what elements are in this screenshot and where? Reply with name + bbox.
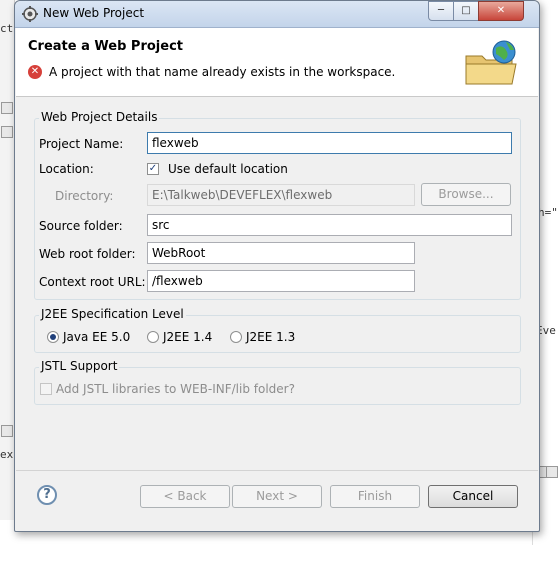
error-message: A project with that name already exists … (49, 65, 396, 79)
background-marker-icon (546, 466, 558, 478)
minimize-button[interactable]: ─ (428, 1, 454, 21)
error-icon: ✕ (28, 65, 42, 79)
eclipse-gear-icon (22, 6, 38, 22)
browse-button[interactable]: Browse... (421, 183, 511, 206)
add-jstl-checkbox[interactable] (40, 383, 52, 395)
page-title: Create a Web Project (28, 39, 183, 54)
back-button[interactable]: < Back (140, 485, 230, 508)
wizard-header: Create a Web Project ✕ A project with th… (16, 28, 538, 97)
cancel-button[interactable]: Cancel (428, 485, 518, 508)
footer-separator (16, 470, 538, 471)
background-marker-icon (1, 102, 13, 114)
title-bar[interactable]: New Web Project ─ □ ✕ (15, 1, 539, 28)
context-root-url-label: Context root URL: (39, 275, 146, 289)
directory-label: Directory: (55, 189, 114, 203)
background-text: h=" (538, 206, 558, 219)
web-root-folder-label: Web root folder: (39, 247, 136, 261)
project-name-input[interactable]: flexweb (147, 132, 512, 154)
radio-java-ee-5-label: Java EE 5.0 (63, 330, 131, 344)
context-root-url-input[interactable]: /flexweb (147, 270, 415, 292)
close-button[interactable]: ✕ (478, 1, 524, 21)
background-text: ct (0, 22, 14, 35)
new-web-project-dialog: New Web Project ─ □ ✕ Create a Web Proje… (14, 0, 540, 532)
radio-j2ee-1-3-label: J2EE 1.3 (246, 330, 296, 344)
maximize-icon: □ (461, 5, 471, 16)
web-root-folder-input[interactable]: WebRoot (147, 242, 415, 264)
location-label: Location: (39, 162, 94, 176)
use-default-location-checkbox[interactable]: ✓ (147, 163, 159, 175)
minimize-icon: ─ (437, 5, 445, 16)
background-marker-icon (1, 425, 13, 437)
project-name-label: Project Name: (39, 137, 124, 151)
jstl-support-label: JSTL Support (39, 359, 120, 373)
background-text: ex (0, 448, 14, 461)
help-icon[interactable]: ? (37, 485, 57, 505)
directory-input[interactable]: E:\Talkweb\DEVEFLEX\flexweb (147, 184, 415, 206)
radio-j2ee-1-4-label: J2EE 1.4 (163, 330, 213, 344)
use-default-location-label: Use default location (168, 162, 288, 176)
source-folder-input[interactable]: src (147, 214, 512, 236)
radio-j2ee-1-3[interactable] (230, 331, 242, 343)
radio-j2ee-1-4[interactable] (147, 331, 159, 343)
web-project-folder-icon (465, 40, 517, 85)
finish-button[interactable]: Finish (330, 485, 420, 508)
radio-java-ee-5[interactable] (47, 331, 59, 343)
window-title: New Web Project (43, 6, 145, 20)
add-jstl-label: Add JSTL libraries to WEB-INF/lib folder… (56, 382, 295, 396)
background-left-panel (0, 0, 15, 520)
close-icon: ✕ (496, 5, 506, 16)
background-marker-icon (1, 126, 13, 138)
maximize-button[interactable]: □ (453, 1, 479, 21)
source-folder-label: Source folder: (39, 219, 123, 233)
web-project-details-label: Web Project Details (39, 110, 160, 124)
next-button[interactable]: Next > (232, 485, 322, 508)
j2ee-specification-label: J2EE Specification Level (39, 307, 186, 321)
